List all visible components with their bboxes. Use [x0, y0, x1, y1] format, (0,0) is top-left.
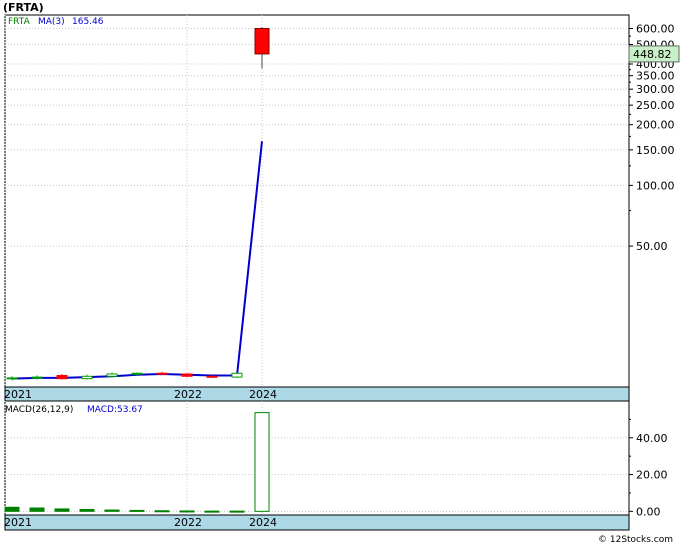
macd-x-tick-label: 2021 — [4, 516, 32, 529]
price-y-tick-label: 250.00 — [636, 99, 675, 112]
stock-chart: (FRTA) 2021 2022 2024 600.00500.00400.0035… — [3, 1, 680, 545]
macd-x-tick-label: 2022 — [174, 516, 202, 529]
price-x-tick-label: 2022 — [174, 388, 202, 401]
price-y-tick-label: 100.00 — [636, 179, 675, 192]
candle-body — [31, 376, 43, 379]
candle-body — [81, 375, 93, 380]
macd-bar — [104, 509, 120, 512]
macd-panel: 2021 2022 2024 40.00 20.00 0.00 MACD(26,12,9… — [4, 400, 668, 531]
macd-panel-frame — [4, 400, 630, 531]
candle-body — [181, 373, 193, 377]
price-y-tick-label: 600.00 — [636, 22, 675, 35]
macd-bar — [29, 507, 45, 512]
candle-body — [106, 373, 118, 377]
price-x-tick-label: 2021 — [4, 388, 32, 401]
price-y-tick-label: 300.00 — [636, 83, 675, 96]
macd-bar — [129, 509, 145, 512]
legend-symbol: FRTA — [8, 17, 31, 27]
price-y-tick-label: 200.00 — [636, 119, 675, 132]
candle-body — [6, 377, 18, 380]
price-y-tick-label: 150.00 — [636, 144, 675, 157]
candle-body — [206, 375, 218, 378]
macd-bar — [229, 510, 245, 513]
macd-y-tick-label: 40.00 — [636, 432, 668, 445]
price-x-tick-label: 2024 — [249, 388, 277, 401]
macd-legend-params: MACD(26,12,9) — [5, 405, 73, 415]
macd-bar — [254, 412, 270, 512]
macd-bar — [54, 508, 70, 512]
macd-x-axis-band — [4, 514, 630, 531]
price-panel: 2021 2022 2024 600.00500.00400.00350.00300… — [4, 14, 680, 402]
price-y-tick-label: 50.00 — [636, 240, 668, 253]
candle-body — [56, 375, 68, 380]
macd-y-axis: 40.00 20.00 0.00 — [629, 418, 668, 518]
price-y-tick-label: 350.00 — [636, 70, 675, 83]
price-panel-frame — [4, 14, 630, 402]
macd-x-tick-label: 2024 — [249, 516, 277, 529]
macd-bar — [4, 506, 20, 512]
last-price-label: 448.82 — [633, 48, 672, 61]
candle-body — [254, 27, 270, 55]
macd-bar — [204, 510, 220, 513]
watermark: © 12Stocks.com — [598, 535, 673, 545]
candle-body — [156, 372, 168, 375]
candle-body — [131, 372, 143, 375]
price-x-axis-band — [4, 386, 630, 402]
legend-ma-value: 165.46 — [72, 17, 104, 27]
macd-bar — [79, 508, 95, 512]
macd-legend-value: MACD:53.67 — [87, 405, 143, 415]
candle-body — [231, 372, 243, 378]
legend-ma-label: MA(3) — [38, 17, 65, 27]
macd-bar — [179, 510, 195, 513]
macd-y-tick-label: 20.00 — [636, 469, 668, 482]
macd-y-tick-label: 0.00 — [636, 505, 661, 518]
macd-bar — [154, 510, 170, 513]
chart-title: (FRTA) — [3, 1, 44, 14]
